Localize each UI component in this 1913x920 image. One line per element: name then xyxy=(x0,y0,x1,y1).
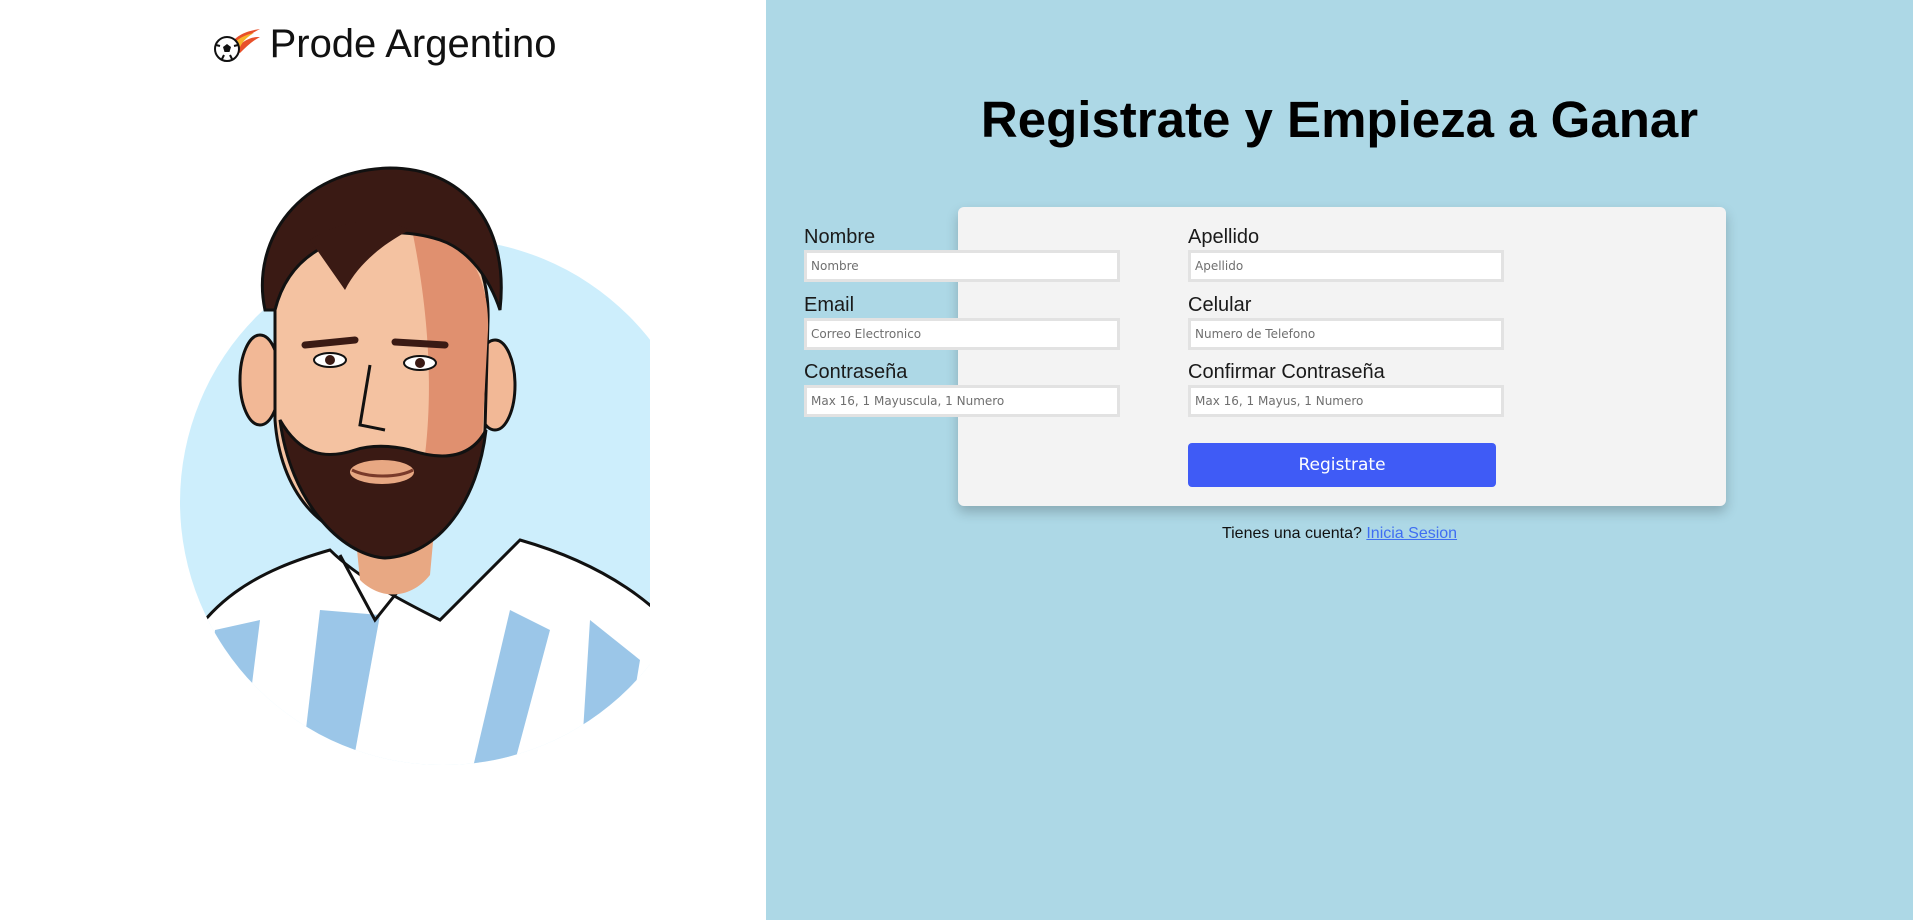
flaming-soccer-ball-icon xyxy=(213,28,260,62)
login-link[interactable]: Inicia Sesion xyxy=(1366,525,1457,542)
password-label: Contraseña xyxy=(804,361,908,383)
apellido-input[interactable] xyxy=(1188,250,1504,282)
player-portrait xyxy=(110,160,706,780)
nombre-label: Nombre xyxy=(804,226,876,248)
register-panel: Registrate y Empieza a Ganar Nombre Apel… xyxy=(766,0,1913,920)
player-illustration xyxy=(180,166,706,765)
brand-title: Prode Argentino xyxy=(269,22,557,66)
confirm-password-field-group: Confirmar Contraseña xyxy=(1188,359,1504,417)
apellido-field-group: Apellido xyxy=(1188,224,1504,282)
brand-panel: Prode Argentino xyxy=(0,0,766,920)
register-button[interactable]: Registrate xyxy=(1188,443,1496,487)
confirm-password-input[interactable] xyxy=(1188,385,1504,417)
celular-label: Celular xyxy=(1188,294,1252,316)
brand-header: Prode Argentino xyxy=(0,22,766,67)
login-prompt: Tienes una cuenta? Inicia Sesion xyxy=(766,525,1913,543)
email-input[interactable] xyxy=(804,318,1120,350)
apellido-label: Apellido xyxy=(1188,226,1260,248)
password-input[interactable] xyxy=(804,385,1120,417)
nombre-input[interactable] xyxy=(804,250,1120,282)
login-prompt-text: Tienes una cuenta? xyxy=(1221,525,1362,542)
celular-field-group: Celular xyxy=(1188,292,1504,350)
email-label: Email xyxy=(804,294,855,316)
password-field-group: Contraseña xyxy=(804,359,1120,417)
nombre-field-group: Nombre xyxy=(804,224,1120,282)
page-title: Registrate y Empieza a Ganar xyxy=(980,91,1699,148)
email-field-group: Email xyxy=(804,292,1120,350)
confirm-password-label: Confirmar Contraseña xyxy=(1188,361,1385,383)
celular-input[interactable] xyxy=(1188,318,1504,350)
